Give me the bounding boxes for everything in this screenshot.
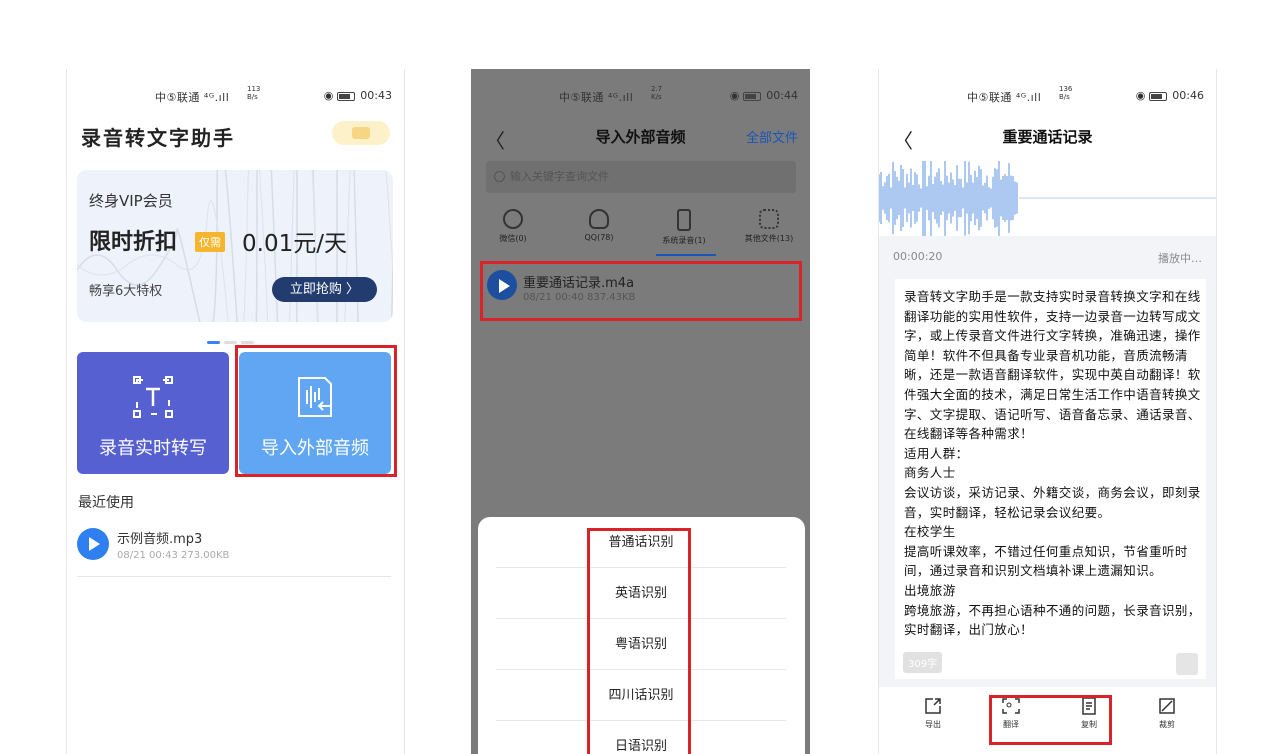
vip-price: 0.01元/天 [242, 231, 347, 257]
status-right: ◉ 00:44 [730, 89, 798, 102]
transcript-text[interactable]: 录音转文字助手是一款支持实时录音转换文字和在线翻译功能的实用性软件，支持一边录音… [904, 287, 1202, 640]
transcript-card: 录音转文字助手是一款支持实时录音转换文字和在线翻译功能的实用性软件，支持一边录音… [895, 279, 1206, 679]
vip-title: 终身VIP会员 [89, 192, 173, 210]
buy-now-button[interactable]: 立即抢购 〉 [272, 277, 377, 302]
carrier-label: 中⑤联通 ⁴ᴳ.ıll [155, 91, 230, 104]
crop-icon [1159, 698, 1175, 714]
highlight-frame [989, 695, 1112, 745]
status-bar: 中⑤联通 ⁴ᴳ.ıll 136 B/s ◉ 00:46 [879, 85, 1216, 104]
category-tabs: 微信(0) QQ(78) 系统录音(1) 其他文件(13) [471, 209, 810, 259]
crown-icon [352, 127, 370, 139]
tool-label: 导出 [925, 720, 941, 729]
recent-file-meta: 08/21 00:43 273.00KB [117, 550, 230, 561]
clock: 00:46 [1172, 89, 1204, 102]
export-button[interactable]: 导出 [903, 697, 963, 730]
active-tab-indicator [656, 254, 716, 256]
export-icon [925, 698, 941, 714]
status-right: ◉ 00:43 [324, 89, 392, 102]
vip-crown-badge[interactable] [332, 121, 390, 145]
tool-label: 裁剪 [1159, 720, 1175, 729]
qq-icon [589, 209, 609, 229]
network-speed: 113 B/s [247, 85, 261, 101]
highlight-frame [587, 528, 691, 754]
word-count-badge: 309字 [903, 652, 943, 673]
recent-section-title: 最近使用 [78, 495, 134, 511]
network-speed: 136 B/s [1059, 85, 1073, 101]
realtime-transcribe-tile[interactable]: 录音实时转写 [77, 352, 229, 474]
vip-banner[interactable]: 终身VIP会员 限时折扣 仅需 0.01元/天 畅享6大特权 立即抢购 〉 [77, 170, 393, 322]
battery-icon [1148, 91, 1167, 101]
nav-bar: 〈 重要通话记录 [879, 123, 1216, 153]
tab-label: 系统录音(1) [662, 236, 706, 245]
playback-state: 播放中… [1158, 252, 1202, 265]
vip-perk: 畅享6大特权 [89, 284, 163, 299]
network-speed: 2.7 K/s [651, 85, 663, 101]
all-files-link[interactable]: 全部文件 [746, 127, 798, 146]
text-frame-icon [133, 376, 173, 418]
screen-import: 中⑤联通 ⁴ᴳ.ıll 2.7 K/s ◉ 00:44 〈 导入外部音频 全部文… [471, 69, 810, 754]
tab-wechat[interactable]: 微信(0) [473, 209, 553, 244]
recent-list-item[interactable]: 示例音频.mp3 08/21 00:43 273.00KB [77, 525, 391, 577]
search-input[interactable]: 输入关键字查询文件 [486, 161, 796, 193]
status-bar: 中⑤联通 ⁴ᴳ.ıll 113 B/s ◉ 00:43 [67, 85, 404, 104]
battery-icon [336, 91, 355, 101]
nav-bar: 〈 导入外部音频 全部文件 [471, 123, 810, 153]
carrier-label: 中⑤联通 ⁴ᴳ.ıll [967, 91, 1042, 104]
recent-file-name: 示例音频.mp3 [117, 532, 203, 547]
eye-icon: ◉ [1135, 89, 1146, 102]
eye-icon: ◉ [323, 89, 334, 102]
highlight-frame [235, 345, 397, 477]
expand-icon[interactable] [1176, 653, 1198, 675]
tab-other-files[interactable]: 其他文件(13) [729, 209, 809, 244]
clock: 00:44 [766, 89, 798, 102]
clock: 00:43 [360, 89, 392, 102]
status-bar: 中⑤联通 ⁴ᴳ.ıll 2.7 K/s ◉ 00:44 [471, 85, 810, 104]
phone-icon [677, 209, 691, 231]
vip-tag: 仅需 [195, 232, 225, 252]
vip-promo: 限时折扣 [89, 230, 178, 255]
grid-icon [759, 209, 779, 229]
playback-time: 00:00:20 [893, 250, 943, 263]
app-title: 录音转文字助手 [81, 126, 235, 150]
wechat-icon [503, 209, 523, 229]
screen-home: 中⑤联通 ⁴ᴳ.ıll 113 B/s ◉ 00:43 录音转文字助手 终身VI… [66, 69, 405, 754]
eye-icon: ◉ [729, 89, 740, 102]
tile-label-record: 录音实时转写 [99, 438, 207, 459]
play-icon[interactable] [77, 528, 109, 560]
screen-transcript: 中⑤联通 ⁴ᴳ.ıll 136 B/s ◉ 00:46 〈 重要通话记录 00:… [878, 69, 1217, 754]
battery-icon [742, 91, 761, 101]
tab-label: 其他文件(13) [744, 234, 794, 243]
audio-waveform[interactable] [879, 158, 1216, 238]
tab-label: 微信(0) [499, 234, 527, 243]
status-right: ◉ 00:46 [1136, 89, 1204, 102]
waveform-graphic [879, 158, 1216, 238]
highlight-frame [480, 261, 802, 321]
crop-button[interactable]: 裁剪 [1137, 697, 1197, 730]
tab-qq[interactable]: QQ(78) [559, 209, 639, 242]
carrier-label: 中⑤联通 ⁴ᴳ.ıll [559, 91, 634, 104]
tab-label: QQ(78) [584, 233, 614, 242]
tab-system-recordings[interactable]: 系统录音(1) [644, 209, 724, 246]
page-title: 重要通话记录 [1002, 128, 1093, 146]
